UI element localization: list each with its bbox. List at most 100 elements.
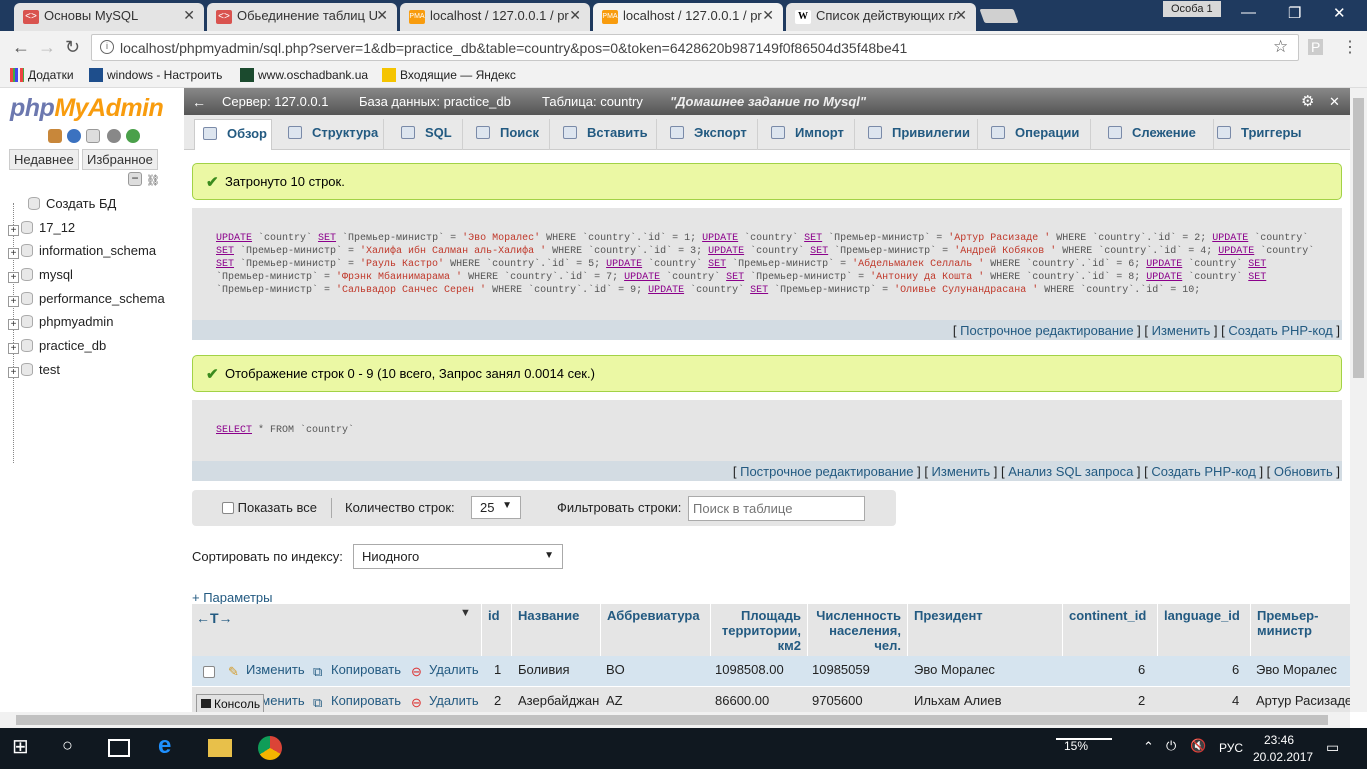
edit-row-button[interactable]: ✎Изменить	[228, 662, 305, 679]
cell-language[interactable]: 6	[1232, 662, 1239, 677]
cell-continent[interactable]: 6	[1138, 662, 1145, 677]
options-link[interactable]: + Параметры	[192, 590, 273, 605]
column-header[interactable]: Аббревиатура	[601, 604, 711, 656]
close-icon[interactable]: ✕	[762, 7, 774, 24]
tab-operations[interactable]: Операции	[981, 119, 1091, 150]
cell-president[interactable]: Ильхам Алиев	[914, 693, 1002, 708]
inline-edit-link[interactable]: Построчное редактирование	[960, 323, 1133, 338]
home-icon[interactable]	[48, 129, 62, 143]
settings-icon[interactable]	[107, 129, 121, 143]
scrollbar-thumb[interactable]	[16, 715, 1328, 725]
phpmyadmin-logo[interactable]: phpMyAdmin	[10, 94, 164, 123]
close-window-icon[interactable]: ✕	[1333, 4, 1346, 22]
minimize-icon[interactable]: —	[1241, 4, 1256, 21]
cell-area[interactable]: 86600.00	[715, 693, 769, 708]
chrome-icon[interactable]	[258, 736, 282, 760]
reload-icon[interactable]: ↻	[65, 37, 80, 58]
search-icon[interactable]: ○	[62, 735, 86, 759]
browser-tab-active[interactable]: PMA localhost / 127.0.0.1 / pr ✕	[593, 3, 783, 31]
column-header[interactable]: Премьер-министр	[1251, 604, 1350, 656]
reload-icon[interactable]	[126, 129, 140, 143]
clock-date[interactable]: 20.02.2017	[1253, 750, 1313, 764]
expand-icon[interactable]: +	[8, 225, 19, 236]
show-all-toggle[interactable]: Показать все	[222, 500, 317, 515]
back-icon[interactable]: ←	[12, 37, 30, 58]
breadcrumb-database[interactable]: База данных: practice_db	[359, 94, 511, 109]
power-icon[interactable]: ⏻	[1166, 738, 1176, 754]
help-icon[interactable]	[67, 129, 81, 143]
sort-arrow-icon[interactable]: ▼	[460, 607, 471, 619]
collapse-all-icon[interactable]: −	[128, 172, 142, 186]
column-header[interactable]: Численность населения, чел.	[808, 604, 908, 656]
tab-insert[interactable]: Вставить	[553, 119, 657, 150]
expand-icon[interactable]: +	[8, 319, 19, 330]
docs-icon[interactable]	[86, 129, 100, 143]
tab-triggers[interactable]: Триггеры	[1217, 119, 1317, 150]
cell-abbr[interactable]: BO	[606, 662, 625, 677]
close-icon[interactable]: ✕	[183, 7, 195, 24]
inline-edit-link[interactable]: Построчное редактирование	[740, 464, 913, 479]
column-header[interactable]: Президент	[908, 604, 1063, 656]
star-icon[interactable]: ☆	[1273, 37, 1288, 57]
clock-time[interactable]: 23:46	[1264, 733, 1294, 747]
bookmark-windows[interactable]: windows - Настроить	[89, 68, 222, 82]
close-icon[interactable]: ✕	[1329, 94, 1340, 110]
link-icon[interactable]: ⛓	[146, 174, 160, 187]
collapse-sidebar-icon[interactable]: ←	[192, 94, 206, 110]
horizontal-scrollbar[interactable]	[0, 712, 1350, 728]
cell-language[interactable]: 4	[1232, 693, 1239, 708]
close-icon[interactable]: ✕	[376, 7, 388, 24]
bookmark-yandex-mail[interactable]: Входящие — Яндекс	[382, 68, 516, 82]
delete-row-button[interactable]: ⊖ Удалить	[411, 693, 479, 710]
cell-president[interactable]: Эво Моралес	[914, 662, 995, 677]
recent-tab[interactable]: Недавнее	[9, 149, 79, 170]
database-item[interactable]: + practice_db	[8, 338, 106, 354]
expand-icon[interactable]: +	[8, 272, 19, 283]
column-header[interactable]: continent_id	[1063, 604, 1158, 656]
column-header[interactable]: id	[482, 604, 512, 656]
breadcrumb-table[interactable]: Таблица: country	[542, 94, 643, 109]
cell-name[interactable]: Боливия	[518, 662, 570, 677]
extension-icon[interactable]: P	[1308, 39, 1324, 55]
copy-row-button[interactable]: ⧉ Копировать	[313, 662, 401, 679]
file-explorer-icon[interactable]	[208, 739, 232, 757]
tab-sql[interactable]: SQL	[387, 119, 463, 150]
tab-import[interactable]: Импорт	[761, 119, 855, 150]
edge-icon[interactable]: e	[158, 732, 182, 759]
notifications-icon[interactable]: ▭	[1326, 739, 1339, 756]
cell-id[interactable]: 2	[494, 693, 501, 708]
new-tab-button[interactable]	[979, 9, 1019, 23]
database-item[interactable]: + performance_schema	[8, 291, 165, 307]
forward-icon[interactable]: →	[38, 37, 56, 58]
cell-id[interactable]: 1	[494, 662, 501, 677]
edit-link[interactable]: Изменить	[932, 464, 991, 479]
language-indicator[interactable]: РУС	[1219, 741, 1243, 755]
favorites-tab[interactable]: Избранное	[82, 149, 158, 170]
close-icon[interactable]: ✕	[569, 7, 581, 24]
scrollbar-thumb[interactable]	[1353, 98, 1364, 378]
windows-start-icon[interactable]: ⊞	[12, 734, 36, 758]
delete-row-button[interactable]: ⊖ Удалить	[411, 662, 479, 679]
bookmark-apps[interactable]: Додатки	[10, 68, 74, 82]
column-header[interactable]: Название	[512, 604, 601, 656]
show-all-checkbox[interactable]	[222, 502, 234, 514]
edit-link[interactable]: Изменить	[1152, 323, 1211, 338]
cell-area[interactable]: 1098508.00	[715, 662, 784, 677]
bookmark-oschadbank[interactable]: www.oschadbank.ua	[240, 68, 368, 82]
row-checkbox[interactable]	[203, 666, 215, 678]
profile-button[interactable]: Особа 1	[1163, 1, 1221, 17]
refresh-link[interactable]: Обновить	[1274, 464, 1333, 479]
tab-search[interactable]: Поиск	[466, 119, 550, 150]
browser-tab[interactable]: <> Обьединение таблиц UI ✕	[207, 3, 397, 31]
cell-population[interactable]: 9705600	[812, 693, 863, 708]
analyze-sql-link[interactable]: Анализ SQL запроса	[1008, 464, 1133, 479]
create-php-link[interactable]: Создать PHP-код	[1151, 464, 1255, 479]
column-header[interactable]: language_id	[1158, 604, 1251, 656]
copy-row-button[interactable]: ⧉ Копировать	[313, 693, 401, 710]
cell-prime-minister[interactable]: Эво Моралес	[1256, 662, 1350, 677]
expand-icon[interactable]: +	[8, 248, 19, 259]
column-header[interactable]: Площадь территории, км2	[711, 604, 808, 656]
browser-tab[interactable]: PMA localhost / 127.0.0.1 / pr ✕	[400, 3, 590, 31]
cell-prime-minister[interactable]: Артур Расизаде	[1256, 693, 1350, 708]
sort-index-select[interactable]: Ниодного ▼	[353, 544, 563, 569]
